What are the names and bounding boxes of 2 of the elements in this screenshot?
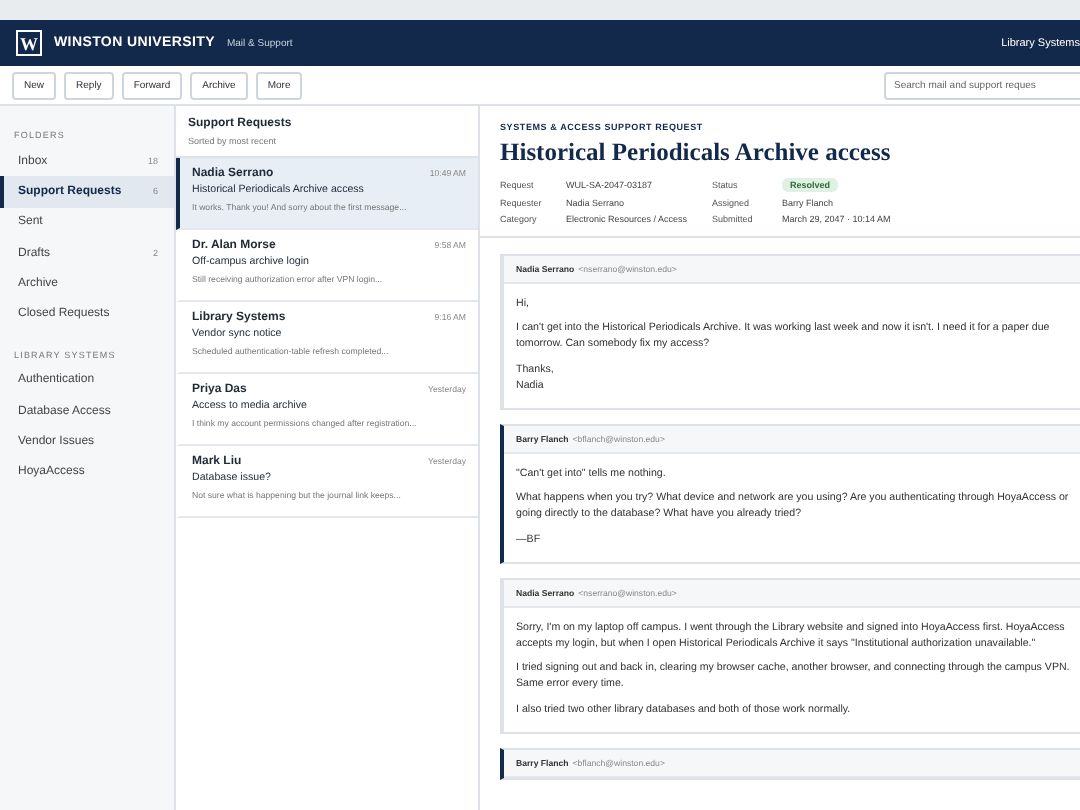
request-title: Historical Periodicals Archive access <box>500 138 893 168</box>
logo-icon: W <box>16 30 42 56</box>
